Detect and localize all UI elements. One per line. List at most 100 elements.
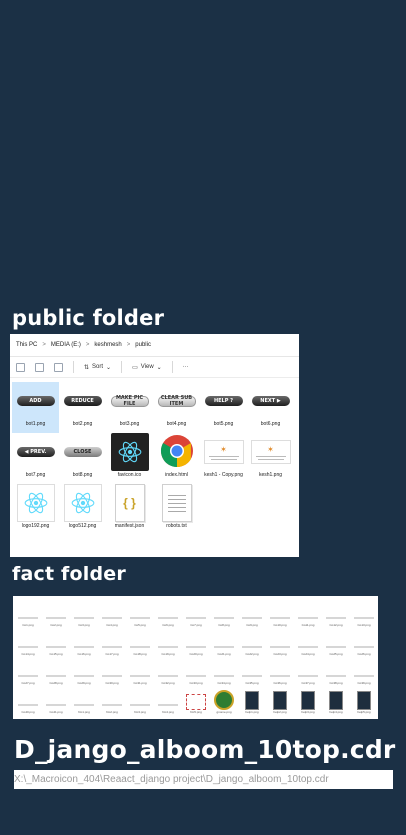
fact-file-item[interactable]: help5.png [350, 685, 378, 714]
fact-file-name: help3.png [301, 710, 315, 714]
sort-button[interactable]: ⇅ Sort ⌄ [84, 364, 111, 371]
file-preview-line [354, 646, 374, 648]
fact-file-item[interactable]: help7.png [42, 714, 70, 719]
file-name: robots.txt [166, 523, 187, 529]
fact-file-item[interactable]: Co15.png [42, 627, 70, 656]
breadcrumb-item[interactable]: public [135, 342, 151, 348]
cdr-file-title: D_jango_alboom_10top.cdr [14, 735, 396, 764]
breadcrumb-item[interactable]: MEDIA (E:) [51, 342, 81, 348]
fact-file-item[interactable]: help6.png [14, 714, 42, 719]
fact-file-item[interactable]: Co5.png [126, 598, 154, 627]
fact-file-item[interactable]: Co4.png [98, 598, 126, 627]
file-name: bot1.png [25, 421, 46, 427]
file-item[interactable]: ✶ kesh1.png [247, 433, 294, 484]
fact-file-item[interactable]: Co35.png [238, 656, 266, 685]
fact-file-item[interactable]: fim1.png [70, 685, 98, 714]
fact-file-item[interactable]: Co31.png [126, 656, 154, 685]
share-icon[interactable] [35, 362, 44, 372]
copy-icon[interactable] [16, 362, 25, 372]
fact-file-item[interactable]: Co8.png [210, 598, 238, 627]
fact-file-item[interactable]: fim5.png [182, 685, 210, 714]
fact-file-item[interactable]: Co11.png [294, 598, 322, 627]
fact-file-item[interactable]: Co24.png [294, 627, 322, 656]
fact-file-item[interactable]: Co6.png [154, 598, 182, 627]
fact-file-item[interactable]: Co34.png [210, 656, 238, 685]
fact-file-item[interactable]: Co14.png [14, 627, 42, 656]
file-name: bot4.png [166, 421, 187, 427]
fact-file-item[interactable]: Co3.png [70, 598, 98, 627]
fact-file-item[interactable]: Co33.png [182, 656, 210, 685]
fact-file-item[interactable]: Co22.png [238, 627, 266, 656]
fact-file-item[interactable]: Co10.png [266, 598, 294, 627]
fact-file-item[interactable]: fim4.png [154, 685, 182, 714]
fact-file-item[interactable]: help1.png [238, 685, 266, 714]
file-item[interactable]: REDUCE bot2.png [59, 382, 106, 433]
fact-file-item[interactable]: gnome.png [210, 685, 238, 714]
fact-file-item[interactable]: Co18.png [126, 627, 154, 656]
fact-file-item[interactable]: Co21.png [210, 627, 238, 656]
file-item[interactable]: { } manifest.json [106, 484, 153, 535]
fact-file-item[interactable]: Co25.png [322, 627, 350, 656]
file-item[interactable]: ◀ PREV. bot7.png [12, 433, 59, 484]
fact-file-item[interactable]: Co38.png [322, 656, 350, 685]
more-options-button[interactable]: ··· [183, 364, 189, 370]
toolbar-divider [73, 361, 74, 373]
fact-file-item[interactable]: Co19.png [154, 627, 182, 656]
fact-file-item[interactable]: Co29.png [70, 656, 98, 685]
fact-file-item[interactable]: Co26.png [350, 627, 378, 656]
fact-file-item[interactable]: fim2.png [98, 685, 126, 714]
file-preview-line [74, 646, 94, 648]
file-thumbnail: CLEAR SUB ITEM [157, 382, 197, 420]
fact-file-item[interactable]: Co1.png [14, 598, 42, 627]
fact-file-item[interactable]: Co28.png [42, 656, 70, 685]
fact-file-thumbnail [185, 605, 207, 623]
fact-file-item[interactable]: help4.png [322, 685, 350, 714]
fact-file-item[interactable]: Co37.png [294, 656, 322, 685]
fact-file-item[interactable]: help3.png [294, 685, 322, 714]
file-item[interactable]: MAKE PIC FILE bot3.png [106, 382, 153, 433]
fact-file-item[interactable]: Co41.png [42, 685, 70, 714]
file-item[interactable]: CLEAR SUB ITEM bot4.png [153, 382, 200, 433]
file-name: bot5.png [213, 421, 234, 427]
file-item[interactable]: ADD bot1.png [12, 382, 59, 433]
fact-file-item[interactable]: help2.png [266, 685, 294, 714]
file-item[interactable]: CLOSE bot8.png [59, 433, 106, 484]
fact-file-item[interactable]: Co32.png [154, 656, 182, 685]
file-preview-line [298, 617, 318, 619]
fact-file-item[interactable]: fim3.png [126, 685, 154, 714]
breadcrumb-item[interactable]: keshmesh [94, 342, 121, 348]
file-item[interactable]: NEXT ▶ bot6.png [247, 382, 294, 433]
fact-file-thumbnail [325, 691, 347, 710]
fact-file-item[interactable]: Co9.png [238, 598, 266, 627]
fact-file-thumbnail [101, 692, 123, 710]
fact-file-item[interactable]: Co39.png [350, 656, 378, 685]
fact-file-item[interactable]: Co23.png [266, 627, 294, 656]
fact-file-thumbnail [45, 634, 67, 652]
fact-file-thumbnail [213, 634, 235, 652]
fact-file-item[interactable]: Co2.png [42, 598, 70, 627]
file-item[interactable]: logo192.png [12, 484, 59, 535]
file-preview-line [298, 646, 318, 648]
fact-file-item[interactable]: Co30.png [98, 656, 126, 685]
file-item[interactable]: robots.txt [153, 484, 200, 535]
fact-file-item[interactable]: Co27.png [14, 656, 42, 685]
view-button[interactable]: ▭ View ⌄ [132, 364, 162, 371]
file-item[interactable]: favicon.ico [106, 433, 153, 484]
file-thumbnail: ADD [16, 382, 56, 420]
fact-file-item[interactable]: Co12.png [322, 598, 350, 627]
fact-file-item[interactable]: Co16.png [70, 627, 98, 656]
fact-file-item[interactable]: Co20.png [182, 627, 210, 656]
file-item[interactable]: index.html [153, 433, 200, 484]
fact-file-item[interactable]: Co17.png [98, 627, 126, 656]
file-item[interactable]: logo512.png [59, 484, 106, 535]
fact-file-item[interactable]: Co7.png [182, 598, 210, 627]
fact-file-item[interactable]: Co36.png [266, 656, 294, 685]
fact-file-grid: Co1.png Co2.png Co3.png Co4.png Co5.png Co6.p… [13, 596, 378, 719]
delete-icon[interactable] [54, 362, 63, 372]
fact-file-item[interactable]: Co40.png [14, 685, 42, 714]
file-item[interactable]: ✶ kesh1 - Copy.png [200, 433, 247, 484]
fact-file-item[interactable]: Co13.png [350, 598, 378, 627]
breadcrumb-item[interactable]: This PC [16, 342, 37, 348]
file-preview-line [214, 617, 234, 619]
file-item[interactable]: HELP ? bot5.png [200, 382, 247, 433]
